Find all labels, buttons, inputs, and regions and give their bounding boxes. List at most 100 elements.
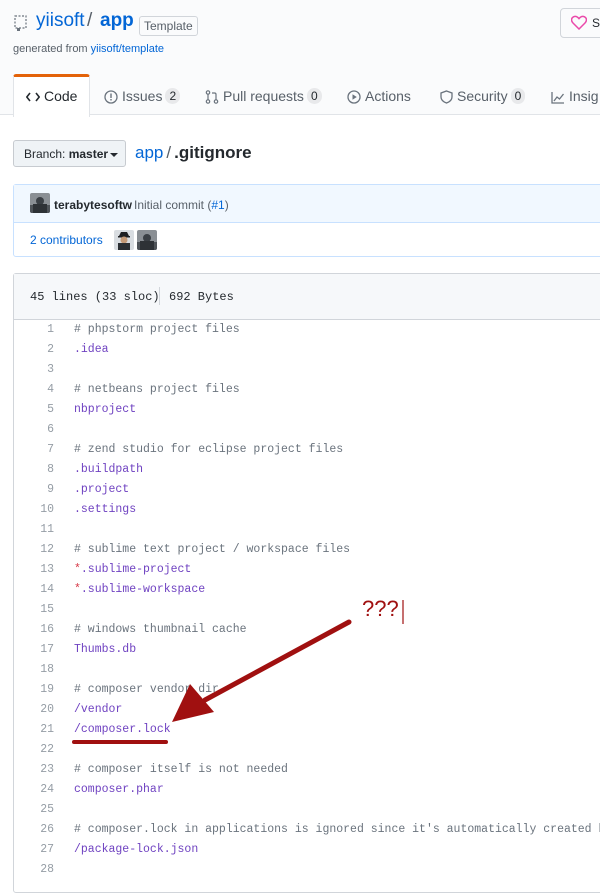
line-number[interactable]: 4 (14, 380, 54, 400)
avatar[interactable] (30, 193, 50, 213)
line-content: composer.phar (74, 783, 164, 796)
line-number[interactable]: 17 (14, 640, 54, 660)
line-content: .project (74, 483, 130, 496)
chevron-down-icon (110, 153, 118, 157)
avatar[interactable] (137, 230, 157, 250)
line-content: # windows thumbnail cache (74, 623, 247, 636)
line-number[interactable]: 8 (14, 460, 54, 480)
code-line: 20/vendor (14, 700, 600, 720)
code-line: 27/package-lock.json (14, 840, 600, 860)
repo-nav-tabs: Code Issues 2 Pull requests 0 Actions Se… (13, 74, 600, 117)
commit-pr-link[interactable]: #1 (211, 198, 224, 212)
line-number[interactable]: 14 (14, 580, 54, 600)
code-line: 5 nbproject (14, 400, 600, 420)
line-number[interactable]: 12 (14, 540, 54, 560)
line-content: *.sublime-project (74, 563, 192, 576)
line-number[interactable]: 7 (14, 440, 54, 460)
line-number[interactable]: 2 (14, 340, 54, 360)
code-line: 1 # phpstorm project files (14, 320, 600, 340)
code-line: 7 # zend studio for eclipse project files (14, 440, 600, 460)
avatar[interactable] (114, 230, 134, 250)
code-line: 23 # composer itself is not needed (14, 760, 600, 780)
glob-star: * (74, 563, 81, 576)
tab-label: Security (457, 88, 508, 104)
code-line: 21/composer.lock (14, 720, 600, 740)
tab-code[interactable]: Code (13, 74, 91, 117)
file-view: 45 lines (33 sloc) 692 Bytes 1 # phpstorm… (13, 273, 600, 893)
line-content: .idea (74, 343, 109, 356)
line-number[interactable]: 21 (14, 720, 54, 740)
git-pull-request-icon (205, 90, 219, 105)
line-number[interactable]: 20 (14, 700, 54, 720)
repo-name-link[interactable]: app (100, 10, 134, 32)
line-number[interactable]: 16 (14, 620, 54, 640)
annotation-question-marks: ??? (362, 596, 399, 621)
code-line: 15 (14, 600, 600, 620)
line-number[interactable]: 13 (14, 560, 54, 580)
issue-icon (104, 90, 118, 104)
code-icon (26, 92, 40, 102)
line-content: # composer.lock in applications is ignor… (74, 823, 600, 836)
line-content: .settings (74, 503, 137, 516)
play-icon (347, 90, 361, 104)
commit-author-link[interactable]: terabytesoftw (54, 198, 132, 212)
line-number[interactable]: 1 (14, 320, 54, 340)
line-content: # netbeans project files (74, 383, 240, 396)
line-number[interactable]: 26 (14, 820, 54, 840)
issues-counter: 2 (165, 88, 181, 104)
contributors-link[interactable]: 2 contributors (30, 233, 103, 247)
code-line: 18 (14, 660, 600, 680)
breadcrumb-separator: / (166, 143, 172, 162)
line-number[interactable]: 25 (14, 800, 54, 820)
line-content: .buildpath (74, 463, 144, 476)
line-number[interactable]: 15 (14, 600, 54, 620)
line-content: /package-lock.json (74, 843, 199, 856)
tab-issues[interactable]: Issues 2 (104, 75, 181, 114)
line-number[interactable]: 28 (14, 860, 54, 880)
line-number[interactable]: 9 (14, 480, 54, 500)
breadcrumb-repo-link[interactable]: app (135, 143, 163, 162)
tab-pull-requests[interactable]: Pull requests 0 (205, 75, 322, 114)
line-number[interactable]: 3 (14, 360, 54, 380)
line-number[interactable]: 5 (14, 400, 54, 420)
tab-insights[interactable]: Insig (551, 75, 599, 114)
branch-select-button[interactable]: Branch: master (13, 140, 126, 167)
template-source-link[interactable]: yiisoft/template (91, 43, 164, 55)
line-content: # composer itself is not needed (74, 763, 288, 776)
code-line: 24 composer.phar (14, 780, 600, 800)
code-line: 26 # composer.lock in applications is ign… (14, 820, 600, 840)
line-number[interactable]: 19 (14, 680, 54, 700)
code-line: 11 (14, 520, 600, 540)
line-number[interactable]: 10 (14, 500, 54, 520)
code-line: 16 # windows thumbnail cache (14, 620, 600, 640)
code-line: 2 .idea (14, 340, 600, 360)
pull-requests-counter: 0 (306, 88, 322, 104)
code-line: 14 *.sublime-workspace (14, 580, 600, 600)
line-number[interactable]: 18 (14, 660, 54, 680)
line-number[interactable]: 23 (14, 760, 54, 780)
line-number[interactable]: 24 (14, 780, 54, 800)
line-content: # phpstorm project files (74, 323, 240, 336)
line-number[interactable]: 22 (14, 740, 54, 760)
template-badge: Template (139, 16, 198, 36)
repo-header: yiisoft / app Template generated from yi… (0, 0, 600, 117)
commit-message[interactable]: Initial commit (#1) (134, 198, 229, 212)
code-line: 4 # netbeans project files (14, 380, 600, 400)
code-line: 13 *.sublime-project (14, 560, 600, 580)
line-number[interactable]: 6 (14, 420, 54, 440)
graph-icon (551, 91, 565, 104)
security-counter: 0 (510, 88, 526, 104)
generated-from-text: generated from yiisoft/template (13, 43, 164, 55)
tab-actions[interactable]: Actions (347, 75, 411, 114)
shield-icon (440, 90, 453, 104)
line-number[interactable]: 11 (14, 520, 54, 540)
commit-message-text: Initial commit ( (134, 198, 212, 212)
repo-owner-link[interactable]: yiisoft (36, 10, 85, 32)
line-number[interactable]: 27 (14, 840, 54, 860)
tab-security[interactable]: Security 0 (440, 75, 526, 114)
sponsor-button[interactable]: Sp (560, 8, 600, 38)
repo-path-separator: / (87, 10, 93, 31)
line-content: # composer vendor dir (74, 683, 219, 696)
code-line: 22 (14, 740, 600, 760)
code-line: 8 .buildpath (14, 460, 600, 480)
